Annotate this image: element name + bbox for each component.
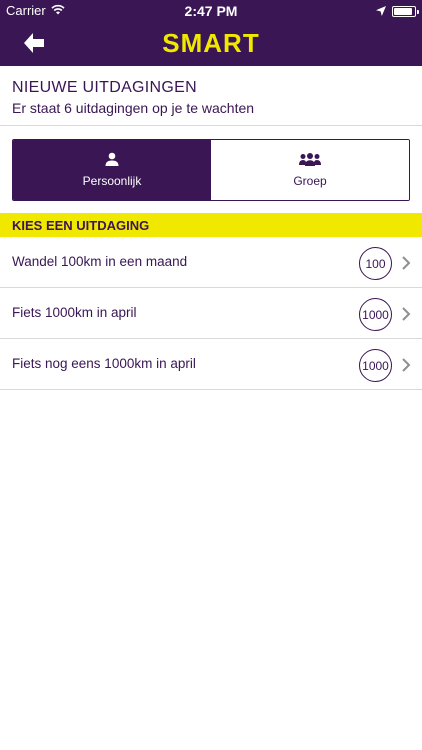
- points-badge: 1000: [359, 349, 392, 382]
- tab-groep-label: Groep: [293, 173, 327, 188]
- challenge-item[interactable]: Fiets nog eens 1000km in april 1000: [0, 339, 422, 390]
- tab-persoonlijk[interactable]: Persoonlijk: [13, 140, 211, 200]
- chevron-right-icon: [401, 255, 411, 271]
- status-right: [376, 4, 419, 19]
- challenges-header: NIEUWE UITDAGINGEN Er staat 6 uitdaginge…: [0, 66, 422, 126]
- challenge-type-segment: Persoonlijk Groep: [12, 139, 410, 201]
- challenge-item[interactable]: Fiets 1000km in april 1000: [0, 288, 422, 339]
- challenge-list: Wandel 100km in een maand 100 Fiets 1000…: [0, 237, 422, 390]
- points-badge: 100: [359, 247, 392, 280]
- app-logo: SMART: [162, 28, 260, 58]
- challenge-label: Fiets nog eens 1000km in april: [12, 356, 196, 371]
- battery-icon: [392, 6, 419, 17]
- battery-fill: [394, 8, 412, 15]
- person-icon: [105, 152, 119, 174]
- section-header: KIES EEN UITDAGING: [0, 213, 422, 237]
- nav-bar: SMART: [0, 22, 422, 66]
- location-arrow-icon: [376, 4, 386, 19]
- challenge-item[interactable]: Wandel 100km in een maand 100: [0, 237, 422, 288]
- page-title: NIEUWE UITDAGINGEN: [12, 79, 197, 96]
- group-icon: [299, 152, 321, 174]
- status-time: 2:47 PM: [184, 3, 238, 19]
- status-bar: Carrier 2:47 PM: [0, 0, 422, 22]
- tab-groep[interactable]: Groep: [211, 140, 409, 200]
- chevron-right-icon: [401, 357, 411, 373]
- challenge-label: Wandel 100km in een maand: [12, 254, 188, 269]
- chevron-right-icon: [401, 306, 411, 322]
- points-badge: 1000: [359, 298, 392, 331]
- challenge-label: Fiets 1000km in april: [12, 305, 137, 320]
- page-subtitle: Er staat 6 uitdagingen op je te wachten: [12, 100, 255, 116]
- tab-persoonlijk-label: Persoonlijk: [82, 174, 142, 188]
